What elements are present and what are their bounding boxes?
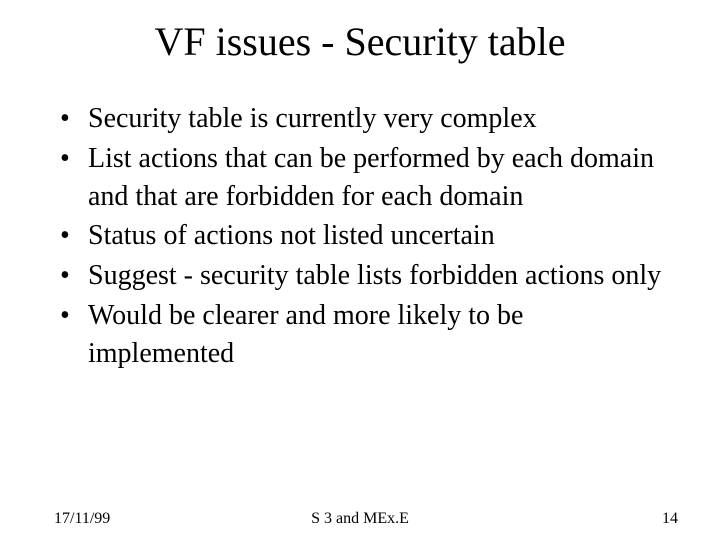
bullet-list: Security table is currently very complex… bbox=[54, 100, 674, 373]
bullet-item: Would be clearer and more likely to be i… bbox=[54, 297, 674, 373]
bullet-item: Status of actions not listed uncertain bbox=[54, 217, 674, 255]
slide-body: Security table is currently very complex… bbox=[54, 100, 674, 375]
bullet-item: Suggest - security table lists forbidden… bbox=[54, 257, 674, 295]
footer-center: S 3 and MEx.E bbox=[0, 510, 720, 528]
bullet-item: List actions that can be performed by ea… bbox=[54, 140, 674, 216]
slide-title: VF issues - Security table bbox=[0, 18, 720, 65]
footer-page-number: 14 bbox=[662, 510, 678, 528]
slide: VF issues - Security table Security tabl… bbox=[0, 0, 720, 540]
bullet-item: Security table is currently very complex bbox=[54, 100, 674, 138]
